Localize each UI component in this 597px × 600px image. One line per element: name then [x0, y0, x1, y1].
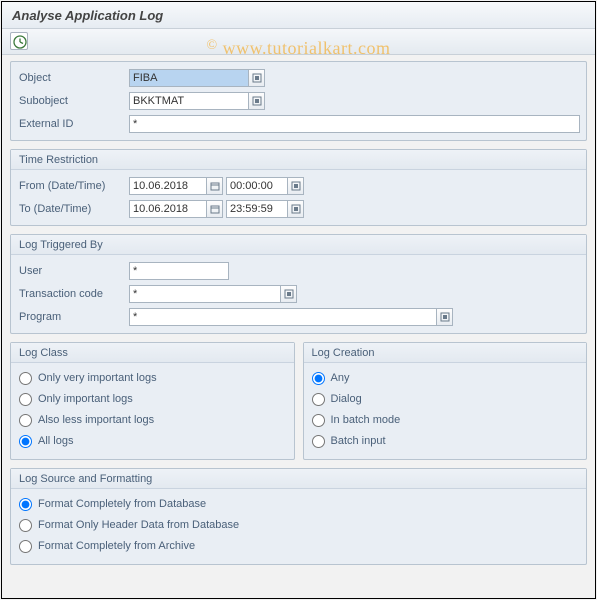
- log-class-opt1-radio[interactable]: [19, 372, 32, 385]
- to-date-input[interactable]: [129, 200, 207, 218]
- log-class-opt1-label[interactable]: Only very important logs: [38, 372, 157, 384]
- group-log-source: Log Source and Formatting Format Complet…: [10, 468, 587, 565]
- log-creation-opt1-label[interactable]: Any: [331, 372, 350, 384]
- search-help-icon: [284, 289, 294, 299]
- from-time-input[interactable]: [226, 177, 288, 195]
- log-source-opt2-label[interactable]: Format Only Header Data from Database: [38, 519, 239, 531]
- tcode-label: Transaction code: [17, 288, 129, 300]
- program-f4-button[interactable]: [437, 308, 453, 326]
- external-id-input[interactable]: [129, 115, 580, 133]
- tcode-input[interactable]: [129, 285, 281, 303]
- log-creation-opt1-radio[interactable]: [312, 372, 325, 385]
- group-time-title: Time Restriction: [11, 150, 586, 170]
- from-date-input[interactable]: [129, 177, 207, 195]
- from-date-f4-button[interactable]: [207, 177, 223, 195]
- log-creation-opt2-radio[interactable]: [312, 393, 325, 406]
- user-input[interactable]: [129, 262, 229, 280]
- search-help-icon: [291, 181, 301, 191]
- from-label: From (Date/Time): [17, 180, 129, 192]
- object-f4-button[interactable]: [249, 69, 265, 87]
- log-class-opt2-radio[interactable]: [19, 393, 32, 406]
- log-creation-opt4-label[interactable]: Batch input: [331, 435, 386, 447]
- log-class-opt4-label[interactable]: All logs: [38, 435, 73, 447]
- clock-execute-icon: [12, 34, 28, 50]
- page-title: Analyse Application Log: [2, 2, 595, 29]
- search-help-icon: [252, 73, 262, 83]
- group-general: Object Subobject External ID: [10, 61, 587, 141]
- log-class-opt3-label[interactable]: Also less important logs: [38, 414, 154, 426]
- user-label: User: [17, 265, 129, 277]
- log-class-opt2-label[interactable]: Only important logs: [38, 393, 133, 405]
- group-triggered-by: Log Triggered By User Transaction code P…: [10, 234, 587, 334]
- to-time-input[interactable]: [226, 200, 288, 218]
- group-log-class: Log Class Only very important logs Only …: [10, 342, 295, 460]
- log-source-opt1-radio[interactable]: [19, 498, 32, 511]
- log-class-opt4-radio[interactable]: [19, 435, 32, 448]
- subobject-f4-button[interactable]: [249, 92, 265, 110]
- execute-button[interactable]: [10, 32, 28, 50]
- object-label: Object: [17, 72, 129, 84]
- external-id-label: External ID: [17, 118, 129, 130]
- object-input[interactable]: [129, 69, 249, 87]
- search-help-icon: [252, 96, 262, 106]
- log-class-opt3-radio[interactable]: [19, 414, 32, 427]
- to-time-f4-button[interactable]: [288, 200, 304, 218]
- log-source-opt3-radio[interactable]: [19, 540, 32, 553]
- log-creation-opt2-label[interactable]: Dialog: [331, 393, 362, 405]
- group-trigger-title: Log Triggered By: [11, 235, 586, 255]
- log-creation-opt3-radio[interactable]: [312, 414, 325, 427]
- subobject-label: Subobject: [17, 95, 129, 107]
- log-source-opt1-label[interactable]: Format Completely from Database: [38, 498, 206, 510]
- tcode-f4-button[interactable]: [281, 285, 297, 303]
- log-creation-opt3-label[interactable]: In batch mode: [331, 414, 401, 426]
- search-help-icon: [440, 312, 450, 322]
- search-help-icon: [291, 204, 301, 214]
- group-time-restriction: Time Restriction From (Date/Time) To (Da…: [10, 149, 587, 226]
- group-log-creation: Log Creation Any Dialog In batch mode Ba…: [303, 342, 588, 460]
- calendar-icon: [210, 204, 220, 214]
- calendar-icon: [210, 181, 220, 191]
- from-time-f4-button[interactable]: [288, 177, 304, 195]
- group-log-creation-title: Log Creation: [304, 343, 587, 363]
- to-date-f4-button[interactable]: [207, 200, 223, 218]
- program-input[interactable]: [129, 308, 437, 326]
- subobject-input[interactable]: [129, 92, 249, 110]
- log-source-opt3-label[interactable]: Format Completely from Archive: [38, 540, 195, 552]
- group-log-source-title: Log Source and Formatting: [11, 469, 586, 489]
- toolbar: [2, 29, 595, 55]
- group-log-class-title: Log Class: [11, 343, 294, 363]
- log-source-opt2-radio[interactable]: [19, 519, 32, 532]
- to-label: To (Date/Time): [17, 203, 129, 215]
- program-label: Program: [17, 311, 129, 323]
- log-creation-opt4-radio[interactable]: [312, 435, 325, 448]
